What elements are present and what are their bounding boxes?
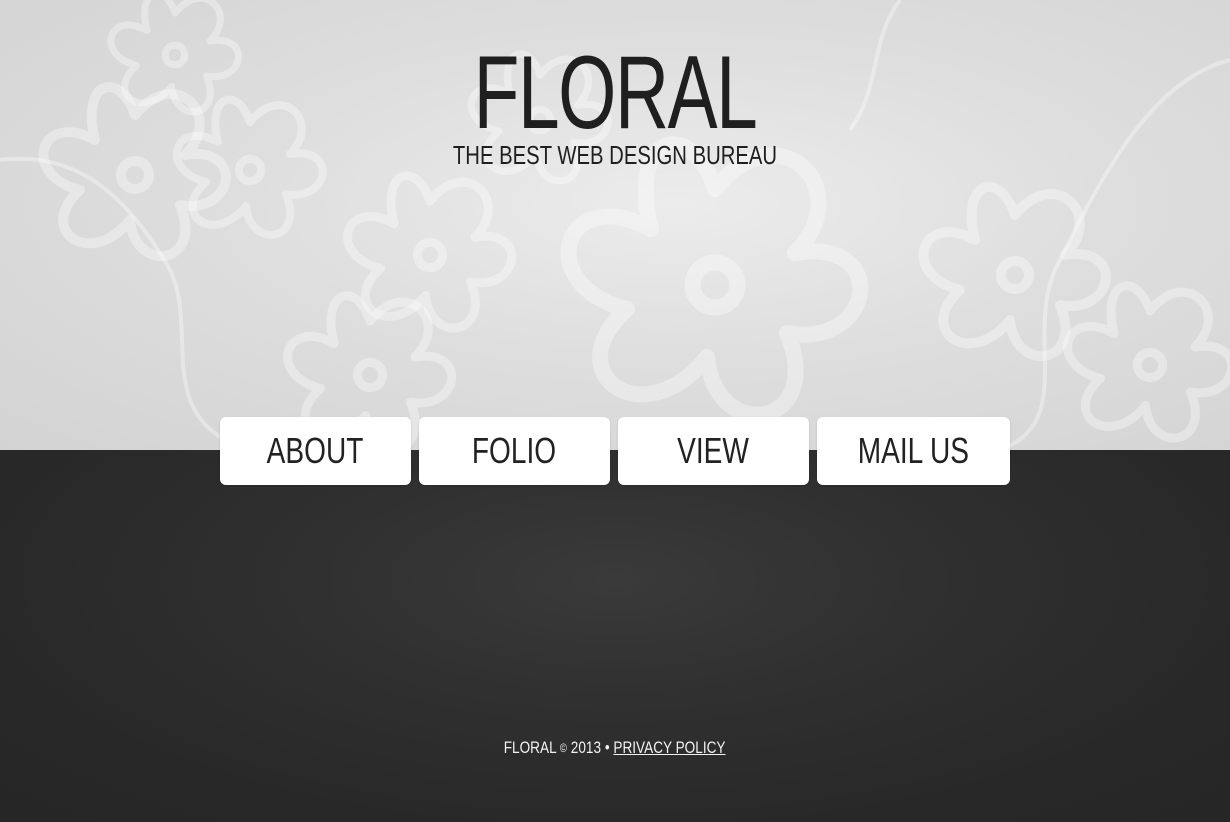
privacy-policy-link[interactable]: PRIVACY POLICY xyxy=(614,738,726,757)
nav-about-label: ABOUT xyxy=(267,430,364,471)
copyright-symbol: © xyxy=(560,741,568,755)
main-navigation: ABOUT FOLIO VIEW MAIL US xyxy=(220,417,1010,485)
site-tagline: THE BEST WEB DESIGN BUREAU xyxy=(452,140,778,170)
nav-about-button[interactable]: ABOUT xyxy=(220,417,411,485)
nav-view-label: VIEW xyxy=(677,430,750,471)
header-section: FLORAL THE BEST WEB DESIGN BUREAU xyxy=(0,0,1230,450)
nav-folio-label: FOLIO xyxy=(472,430,557,471)
footer-year: 2013 xyxy=(571,738,602,757)
nav-mail-us-label: MAIL US xyxy=(857,430,970,471)
footer-line: FLORAL © 2013 • PRIVACY POLICY xyxy=(504,737,726,759)
nav-view-button[interactable]: VIEW xyxy=(618,417,809,485)
nav-mail-us-button[interactable]: MAIL US xyxy=(817,417,1010,485)
content-section xyxy=(0,450,1230,822)
footer: FLORAL © 2013 • PRIVACY POLICY xyxy=(0,737,1230,759)
site-logo[interactable]: FLORAL xyxy=(172,38,1058,148)
footer-brand: FLORAL xyxy=(504,738,557,757)
nav-folio-button[interactable]: FOLIO xyxy=(419,417,610,485)
footer-separator: • xyxy=(605,738,610,757)
